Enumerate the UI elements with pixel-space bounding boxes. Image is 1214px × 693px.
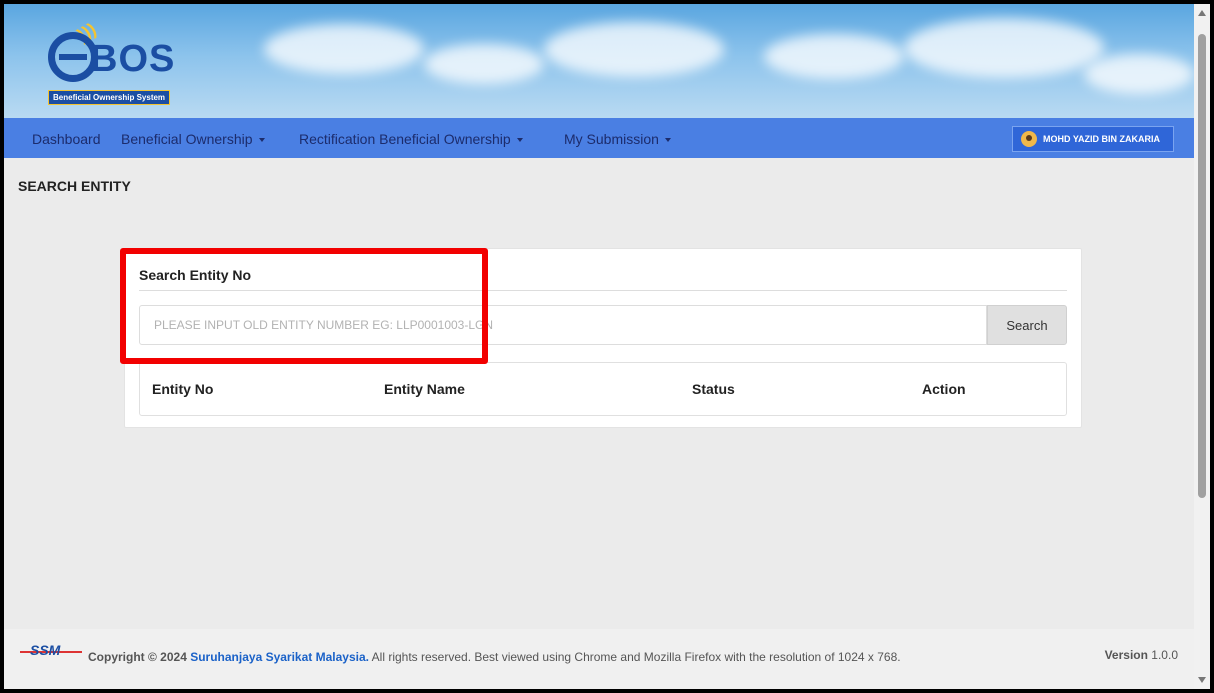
chevron-down-icon <box>664 138 671 143</box>
user-name: MOHD YAZID BIN ZAKARIA <box>1043 134 1161 144</box>
column-header-status[interactable]: Status <box>692 381 735 397</box>
user-avatar-icon <box>1021 131 1037 147</box>
ssm-logo: SSM <box>20 642 82 660</box>
scroll-down-icon[interactable] <box>1198 677 1206 683</box>
chevron-down-icon <box>258 138 265 143</box>
search-button[interactable]: Search <box>987 305 1067 345</box>
navbar: Dashboard Beneficial Ownership Rectifica… <box>4 118 1194 158</box>
vertical-scrollbar[interactable] <box>1194 4 1210 689</box>
column-header-action[interactable]: Action <box>922 381 966 397</box>
user-menu-button[interactable]: MOHD YAZID BIN ZAKARIA <box>1012 126 1174 152</box>
scroll-up-icon[interactable] <box>1198 10 1206 16</box>
version-info: Version 1.0.0 <box>1104 648 1178 662</box>
nav-rectification-beneficial-ownership[interactable]: Rectification Beneficial Ownership <box>299 131 523 147</box>
logo-subtitle: Beneficial Ownership System <box>48 90 171 105</box>
column-header-entity-no[interactable]: Entity No <box>152 381 213 397</box>
footer-copyright: Copyright © 2024 Suruhanjaya Syarikat Ma… <box>88 650 901 664</box>
results-table: Entity No Entity Name Status Action <box>139 362 1067 416</box>
nav-my-submission[interactable]: My Submission <box>564 131 671 147</box>
header-banner: ))) BOS Beneficial Ownership System <box>4 4 1194 118</box>
scroll-thumb[interactable] <box>1198 34 1206 498</box>
column-header-entity-name[interactable]: Entity Name <box>384 381 465 397</box>
page-title: SEARCH ENTITY <box>18 178 131 194</box>
ebos-logo[interactable]: ))) BOS Beneficial Ownership System <box>44 19 204 112</box>
chevron-down-icon <box>516 138 523 143</box>
footer: SSM Copyright © 2024 Suruhanjaya Syarika… <box>4 629 1194 689</box>
logo-text: BOS <box>90 38 176 80</box>
company-link[interactable]: Suruhanjaya Syarikat Malaysia. <box>190 650 369 664</box>
nav-beneficial-ownership[interactable]: Beneficial Ownership <box>121 131 265 147</box>
highlight-annotation-box <box>120 248 488 364</box>
nav-dashboard[interactable]: Dashboard <box>32 131 101 147</box>
browser-viewport: ))) BOS Beneficial Ownership System Dash… <box>4 4 1210 689</box>
